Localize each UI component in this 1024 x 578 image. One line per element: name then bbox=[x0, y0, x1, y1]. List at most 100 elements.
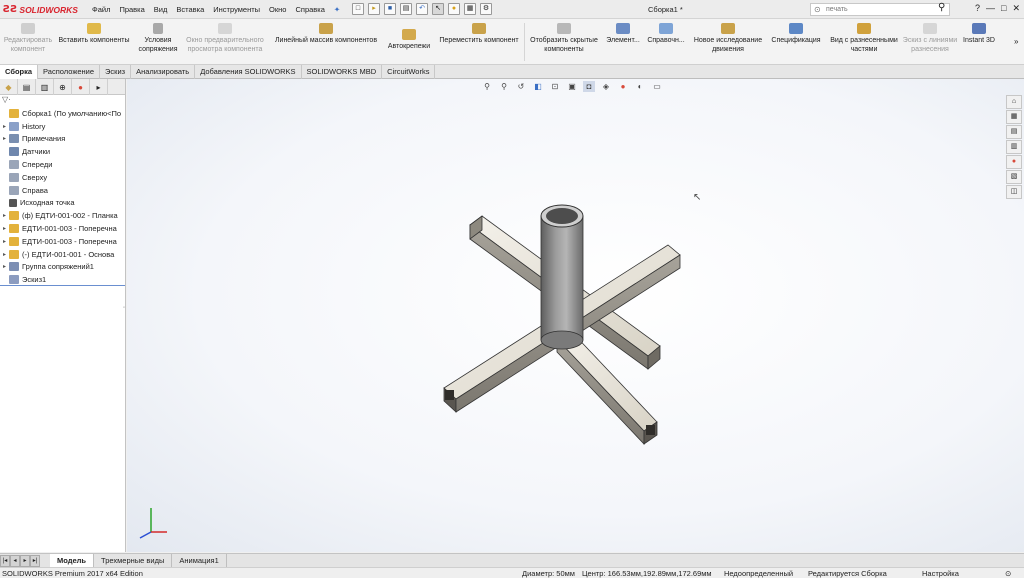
help-icon[interactable]: ? bbox=[975, 3, 980, 14]
close-button[interactable]: ✕ bbox=[1012, 3, 1020, 14]
assembly-features-button[interactable]: Элемент... bbox=[603, 21, 643, 45]
graphics-area[interactable]: ⚲ ⚲ ↺ ◧ ⊡ ▣ ◘ ◈ ● ◐ ▭ ⌂ ▦ ▤ ▥ ● ▧ ◫ ↖ bbox=[127, 79, 1024, 552]
status-help-icon[interactable]: ⊙ bbox=[1005, 569, 1011, 578]
tree-item-top-plane[interactable]: Сверху bbox=[0, 171, 125, 184]
plane-icon bbox=[9, 172, 19, 182]
new-document-icon[interactable]: □ bbox=[352, 3, 364, 15]
tab-mbd[interactable]: SOLIDWORKS MBD bbox=[302, 65, 383, 79]
tree-expand-arrow[interactable]: ▸ bbox=[0, 263, 9, 270]
tree-item-assembly-root[interactable]: Сборка1 (По умолчанию<По bbox=[0, 107, 125, 120]
save-icon[interactable]: ■ bbox=[384, 3, 396, 15]
tree-item-component-base[interactable]: ▸ (-) ЕДТИ-001-001 - Основа bbox=[0, 248, 125, 261]
print-icon[interactable]: ▤ bbox=[400, 3, 412, 15]
explode-line-sketch-button[interactable]: Эскиз с линиями разнесения bbox=[902, 21, 958, 54]
bom-label: Спецификация bbox=[771, 37, 821, 44]
select-icon[interactable]: ↖ bbox=[432, 3, 444, 15]
file-properties-icon[interactable]: ▦ bbox=[464, 3, 476, 15]
property-manager-tab-icon[interactable]: ▤ bbox=[18, 79, 36, 95]
solidworks-logo[interactable]: ƧƧ SOLIDWORKS bbox=[3, 3, 79, 16]
new-motion-study-button[interactable]: Новое исследование движения bbox=[690, 21, 766, 54]
restore-button[interactable]: □ bbox=[1001, 3, 1006, 14]
tree-item-label: ЕДТИ-001-003 - Поперечна bbox=[22, 224, 117, 234]
vertical-tube[interactable] bbox=[540, 204, 584, 350]
tree-item-sketch1[interactable]: Эскиз1 bbox=[0, 273, 125, 287]
tab-model[interactable]: Модель bbox=[50, 554, 95, 567]
tree-expand-arrow[interactable]: ▸ bbox=[0, 212, 9, 219]
feature-tree: Сборка1 (По умолчанию<По ▸ History ▸ При… bbox=[0, 107, 125, 287]
edit-component-button[interactable]: Редактировать компонент bbox=[2, 21, 54, 54]
tab-3d-views[interactable]: Трехмерные виды bbox=[94, 554, 173, 567]
logo-text: SOLIDWORKS bbox=[19, 4, 78, 15]
configuration-manager-tab-icon[interactable]: ▥ bbox=[36, 79, 54, 95]
first-tab-icon[interactable]: |◂ bbox=[0, 555, 10, 567]
bill-of-materials-button[interactable]: Спецификация bbox=[768, 21, 824, 45]
status-settings[interactable]: Настройка bbox=[922, 569, 959, 578]
tree-expand-arrow[interactable]: ▸ bbox=[0, 251, 9, 258]
tree-item-annotations[interactable]: ▸ Примечания bbox=[0, 133, 125, 146]
tree-expand-arrow[interactable]: ▸ bbox=[0, 135, 9, 142]
panel-expand-icon[interactable]: ▸ bbox=[90, 79, 108, 95]
reference-geometry-label: Справочн... bbox=[647, 37, 685, 44]
next-tab-icon[interactable]: ▸ bbox=[20, 555, 30, 567]
edit-component-icon bbox=[21, 23, 35, 34]
tree-item-label: (-) ЕДТИ-001-001 - Основа bbox=[22, 249, 115, 259]
dimxpert-tab-icon[interactable]: ⊕ bbox=[54, 79, 72, 95]
last-tab-icon[interactable]: ▸| bbox=[30, 555, 40, 567]
move-component-button[interactable]: Переместить компонент bbox=[436, 21, 522, 45]
display-manager-tab-icon[interactable]: ● bbox=[72, 79, 90, 95]
tree-item-component-plank[interactable]: ▸ (ф) ЕДТИ-001-002 - Планка bbox=[0, 209, 125, 222]
tree-item-right-plane[interactable]: Справа bbox=[0, 184, 125, 197]
undo-icon[interactable]: ↶ bbox=[416, 3, 428, 15]
tree-item-origin[interactable]: Исходная точка bbox=[0, 197, 125, 210]
tree-item-component-crossbar-2[interactable]: ▸ ЕДТИ-001-003 - Поперечна bbox=[0, 235, 125, 248]
menu-tools[interactable]: Инструменты bbox=[213, 5, 260, 14]
minimize-button[interactable]: — bbox=[986, 3, 995, 14]
reference-geometry-button[interactable]: Справочн... bbox=[644, 21, 688, 45]
command-tabs: Сборка Расположение Эскиз Анализировать … bbox=[0, 65, 1024, 79]
tab-addins[interactable]: Добавления SOLIDWORKS bbox=[195, 65, 302, 79]
component-preview-window-button[interactable]: Окно предварительного просмотра компонен… bbox=[182, 21, 268, 54]
search-input[interactable]: ⊙ печать bbox=[810, 3, 950, 16]
tree-expand-arrow[interactable]: ▸ bbox=[0, 225, 9, 232]
menu-file[interactable]: Файл bbox=[92, 5, 110, 14]
smart-fasteners-button[interactable]: Автокрепежи bbox=[384, 27, 434, 51]
pin-icon[interactable]: ✦ bbox=[334, 5, 340, 14]
tree-expand-arrow[interactable]: ▸ bbox=[0, 123, 9, 130]
tab-circuitworks[interactable]: CircuitWorks bbox=[382, 65, 436, 79]
quick-access-toolbar: □ ▸ ■ ▤ ↶ ↖ ● ▦ ⚙ bbox=[352, 3, 492, 15]
prev-tab-icon[interactable]: ◂ bbox=[10, 555, 20, 567]
tab-layout[interactable]: Расположение bbox=[38, 65, 101, 79]
tree-item-sensors[interactable]: Датчики bbox=[0, 145, 125, 158]
insert-components-button[interactable]: Вставить компоненты bbox=[56, 21, 132, 45]
menu-edit[interactable]: Правка bbox=[119, 5, 144, 14]
tab-sketch[interactable]: Эскиз bbox=[100, 65, 132, 79]
tab-evaluate[interactable]: Анализировать bbox=[131, 65, 196, 79]
menu-view[interactable]: Вид bbox=[154, 5, 168, 14]
rebuild-icon[interactable]: ● bbox=[448, 3, 460, 15]
smart-fasteners-icon bbox=[402, 29, 416, 40]
mate-button[interactable]: Условия сопряжения bbox=[136, 21, 180, 54]
assembly-3d-model[interactable] bbox=[127, 79, 1024, 552]
linear-pattern-button[interactable]: Линейный массив компонентов bbox=[270, 21, 382, 45]
feature-tree-tab-icon[interactable]: ◆ bbox=[0, 79, 18, 95]
show-hidden-components-button[interactable]: Отобразить скрытые компоненты bbox=[526, 21, 602, 54]
menu-insert[interactable]: Вставка bbox=[176, 5, 204, 14]
ribbon-overflow-icon[interactable]: » bbox=[1014, 37, 1018, 46]
reference-geometry-icon bbox=[659, 23, 673, 34]
search-icon[interactable]: ⚲ bbox=[938, 2, 945, 13]
tree-expand-arrow[interactable]: ▸ bbox=[0, 238, 9, 245]
tree-item-front-plane[interactable]: Спереди bbox=[0, 158, 125, 171]
tab-animation1[interactable]: Анимация1 bbox=[172, 554, 227, 567]
tree-item-history[interactable]: ▸ History bbox=[0, 120, 125, 133]
open-icon[interactable]: ▸ bbox=[368, 3, 380, 15]
instant3d-button[interactable]: Instant 3D bbox=[962, 21, 996, 45]
exploded-view-button[interactable]: Вид с разнесенными частями bbox=[826, 21, 902, 54]
tree-filter-icon[interactable]: ▽· bbox=[0, 95, 125, 107]
tree-item-mate-group[interactable]: ▸ Группа сопряжений1 bbox=[0, 261, 125, 274]
tab-assembly[interactable]: Сборка bbox=[0, 65, 39, 79]
menu-window[interactable]: Окно bbox=[269, 5, 286, 14]
command-manager-ribbon: Редактировать компонент Вставить компоне… bbox=[0, 19, 1024, 65]
options-gear-icon[interactable]: ⚙ bbox=[480, 3, 492, 15]
tree-item-component-crossbar-1[interactable]: ▸ ЕДТИ-001-003 - Поперечна bbox=[0, 222, 125, 235]
menu-help[interactable]: Справка bbox=[295, 5, 324, 14]
